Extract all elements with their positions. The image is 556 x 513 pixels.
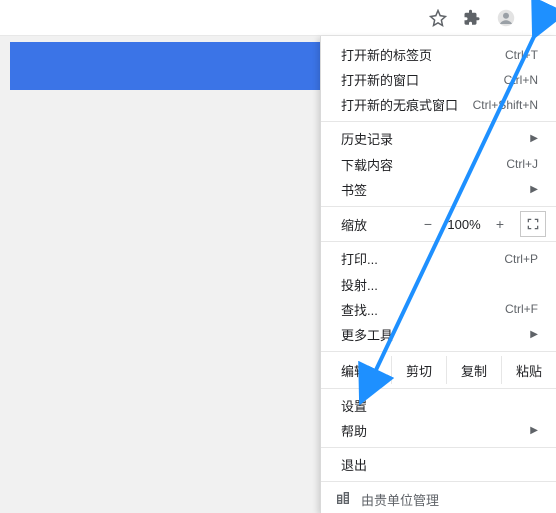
browser-menu: 打开新的标签页 Ctrl+T 打开新的窗口 Ctrl+N 打开新的无痕式窗口 C… <box>320 36 556 513</box>
menu-edit: 编辑 剪切 复制 粘贴 <box>321 356 556 385</box>
menu-shortcut: Ctrl+T <box>505 48 538 62</box>
chevron-right-icon: ▶ <box>530 133 538 144</box>
menu-label: 下载内容 <box>341 155 506 174</box>
page-header-bar <box>10 42 320 90</box>
menu-shortcut: Ctrl+P <box>504 252 538 266</box>
menu-label: 历史记录 <box>341 129 524 148</box>
menu-separator <box>321 351 556 352</box>
menu-label: 投射... <box>341 275 538 294</box>
menu-zoom: 缩放 − 100% + <box>321 211 556 238</box>
menu-shortcut: Ctrl+Shift+N <box>473 98 538 112</box>
edit-copy-button[interactable]: 复制 <box>446 356 501 385</box>
zoom-value: 100% <box>442 217 486 232</box>
managed-label: 由贵单位管理 <box>361 490 439 509</box>
puzzle-icon[interactable] <box>462 8 482 28</box>
menu-label: 打开新的窗口 <box>341 70 504 89</box>
menu-label: 查找... <box>341 300 505 319</box>
menu-print[interactable]: 打印... Ctrl+P <box>321 246 556 271</box>
menu-incognito[interactable]: 打开新的无痕式窗口 Ctrl+Shift+N <box>321 92 556 117</box>
building-icon <box>335 490 351 509</box>
menu-cast[interactable]: 投射... <box>321 271 556 296</box>
menu-settings[interactable]: 设置 <box>321 393 556 418</box>
menu-bookmarks[interactable]: 书签 ▶ <box>321 177 556 202</box>
menu-label: 帮助 <box>341 421 524 440</box>
kebab-menu-icon[interactable] <box>530 8 550 28</box>
chevron-right-icon: ▶ <box>530 425 538 436</box>
menu-label: 打开新的标签页 <box>341 45 505 64</box>
menu-separator <box>321 388 556 389</box>
menu-new-window[interactable]: 打开新的窗口 Ctrl+N <box>321 67 556 92</box>
zoom-in-button[interactable]: + <box>486 216 514 232</box>
zoom-out-button[interactable]: − <box>414 216 442 232</box>
menu-label: 打开新的无痕式窗口 <box>341 95 473 114</box>
edit-cut-button[interactable]: 剪切 <box>391 356 446 385</box>
menu-shortcut: Ctrl+N <box>504 73 538 87</box>
menu-exit[interactable]: 退出 <box>321 452 556 477</box>
menu-managed[interactable]: 由贵单位管理 <box>321 486 556 513</box>
menu-label: 更多工具 <box>341 325 524 344</box>
menu-downloads[interactable]: 下载内容 Ctrl+J <box>321 151 556 176</box>
profile-icon[interactable] <box>496 8 516 28</box>
menu-separator <box>321 447 556 448</box>
menu-more-tools[interactable]: 更多工具 ▶ <box>321 322 556 347</box>
content-area: 打开新的标签页 Ctrl+T 打开新的窗口 Ctrl+N 打开新的无痕式窗口 C… <box>0 36 556 513</box>
chevron-right-icon: ▶ <box>530 184 538 195</box>
menu-label: 打印... <box>341 249 504 268</box>
menu-separator <box>321 241 556 242</box>
menu-shortcut: Ctrl+F <box>505 302 538 316</box>
menu-new-tab[interactable]: 打开新的标签页 Ctrl+T <box>321 42 556 67</box>
edit-paste-button[interactable]: 粘贴 <box>501 356 556 385</box>
menu-find[interactable]: 查找... Ctrl+F <box>321 297 556 322</box>
menu-separator <box>321 481 556 482</box>
menu-separator <box>321 206 556 207</box>
menu-label: 退出 <box>341 455 538 474</box>
menu-history[interactable]: 历史记录 ▶ <box>321 126 556 151</box>
edit-label: 编辑 <box>341 361 391 380</box>
menu-shortcut: Ctrl+J <box>506 157 538 171</box>
browser-toolbar <box>0 0 556 36</box>
menu-help[interactable]: 帮助 ▶ <box>321 418 556 443</box>
star-icon[interactable] <box>428 8 448 28</box>
menu-label: 书签 <box>341 180 524 199</box>
fullscreen-button[interactable] <box>520 211 546 237</box>
chevron-right-icon: ▶ <box>530 329 538 340</box>
page-area <box>0 36 320 513</box>
menu-separator <box>321 121 556 122</box>
menu-label: 设置 <box>341 396 538 415</box>
zoom-label: 缩放 <box>341 215 367 234</box>
